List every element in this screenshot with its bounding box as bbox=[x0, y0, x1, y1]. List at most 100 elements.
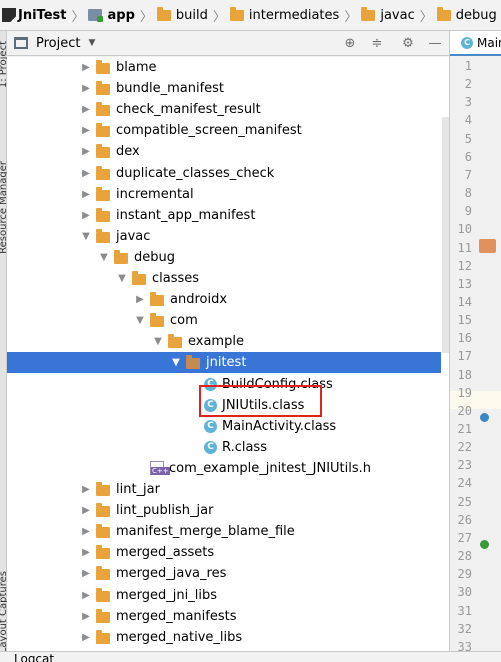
hide-icon[interactable]: — bbox=[426, 34, 444, 52]
tree-row-lint-jar[interactable]: ▶ lint_jar bbox=[7, 479, 449, 500]
expand-arrow-right-icon[interactable]: ▶ bbox=[80, 83, 92, 94]
tree-row-label: javac bbox=[116, 228, 151, 244]
expand-arrow-down-icon[interactable]: ▼ bbox=[170, 357, 182, 368]
tree-row-com[interactable]: ▼ com bbox=[7, 310, 449, 331]
breadcrumb-item-build[interactable]: build 〉 bbox=[156, 0, 230, 30]
tree-row-duplicate-classes-check[interactable]: ▶ duplicate_classes_check bbox=[7, 163, 449, 184]
folder-icon bbox=[96, 81, 110, 96]
tree-row-lint-publish-jar[interactable]: ▶ lint_publish_jar bbox=[7, 500, 449, 521]
tree-row-merged-jni-libs[interactable]: ▶ merged_jni_libs bbox=[7, 585, 449, 606]
folder-icon bbox=[150, 292, 164, 307]
chevron-down-icon[interactable]: ▼ bbox=[88, 38, 95, 48]
folder-icon bbox=[150, 313, 164, 328]
breadcrumb-item-javac[interactable]: javac 〉 bbox=[361, 0, 436, 30]
tree-row-merged-native-libs[interactable]: ▶ merged_native_libs bbox=[7, 627, 449, 648]
tree-row-r-class[interactable]: C R.class bbox=[7, 437, 449, 458]
editor-tab-main[interactable]: C Main bbox=[450, 31, 501, 56]
line-number: 15 bbox=[457, 313, 472, 328]
expand-arrow-right-icon[interactable]: ▶ bbox=[80, 547, 92, 558]
expand-arrow-down-icon[interactable]: ▼ bbox=[134, 315, 146, 326]
scrollbar-thumb[interactable] bbox=[442, 117, 449, 353]
line-number: 32 bbox=[457, 621, 472, 636]
expand-arrow-down-icon[interactable]: ▼ bbox=[116, 273, 128, 284]
tree-scrollbar[interactable] bbox=[441, 57, 449, 651]
tree-row-bundle-manifest[interactable]: ▶ bundle_manifest bbox=[7, 78, 449, 99]
expand-arrow-down-icon[interactable]: ▼ bbox=[80, 231, 92, 242]
tree-row-merged-java-res[interactable]: ▶ merged_java_res bbox=[7, 563, 449, 584]
expand-arrow-right-icon[interactable]: ▶ bbox=[80, 146, 92, 157]
tree-row-dex[interactable]: ▶ dex bbox=[7, 141, 449, 162]
tree-row-incremental[interactable]: ▶ incremental bbox=[7, 184, 449, 205]
tree-row-manifest-merge-blame-file[interactable]: ▶ manifest_merge_blame_file bbox=[7, 521, 449, 542]
tree-row-androidx[interactable]: ▶ androidx bbox=[7, 289, 449, 310]
expand-arrow-right-icon[interactable]: ▶ bbox=[80, 611, 92, 622]
folder-icon bbox=[96, 102, 110, 117]
expand-arrow-right-icon[interactable]: ▶ bbox=[80, 210, 92, 221]
expand-arrow-down-icon[interactable]: ▼ bbox=[152, 336, 164, 347]
line-number: 11 bbox=[457, 240, 472, 255]
expand-arrow-right-icon[interactable]: ▶ bbox=[80, 62, 92, 73]
logcat-tab[interactable]: Logcat bbox=[14, 652, 54, 662]
tree-row-label: manifest_merge_blame_file bbox=[116, 524, 295, 540]
tree-row-javac[interactable]: ▼ javac bbox=[7, 226, 449, 247]
expand-arrow-down-icon[interactable]: ▼ bbox=[98, 252, 110, 263]
tree-row-compatible-screen-manifest[interactable]: ▶ compatible_screen_manifest bbox=[7, 120, 449, 141]
project-window-icon bbox=[14, 37, 28, 49]
tree-row-instant-app-manifest[interactable]: ▶ instant_app_manifest bbox=[7, 205, 449, 226]
expand-arrow-right-icon[interactable]: ▶ bbox=[80, 484, 92, 495]
folder-icon bbox=[114, 249, 128, 264]
tree-row-debug[interactable]: ▼ debug bbox=[7, 247, 449, 268]
line-number: 12 bbox=[457, 258, 472, 273]
tree-row-label: MainActivity.class bbox=[222, 418, 337, 434]
line-number: 1 bbox=[464, 59, 472, 73]
tree-row-check-manifest-result[interactable]: ▶ check_manifest_result bbox=[7, 99, 449, 120]
breadcrumb-item-app[interactable]: app 〉 bbox=[88, 0, 156, 30]
code-fold-icon[interactable] bbox=[479, 239, 496, 253]
expand-arrow-right-icon[interactable]: ▶ bbox=[80, 590, 92, 601]
gear-icon[interactable]: ⚙ bbox=[399, 34, 417, 52]
override-marker-icon[interactable] bbox=[480, 413, 489, 422]
tree-row-classes[interactable]: ▼ classes bbox=[7, 268, 449, 289]
navigation-breadcrumb: JniTest 〉 app 〉 build 〉 intermediates 〉 javac 〉 de… bbox=[0, 0, 501, 31]
tree-row-label: com bbox=[170, 313, 198, 329]
collapse-icon[interactable]: ≑ bbox=[368, 34, 386, 52]
line-number: 23 bbox=[457, 458, 472, 473]
folder-icon bbox=[96, 186, 110, 201]
expand-arrow-right-icon[interactable]: ▶ bbox=[80, 104, 92, 115]
tree-row-blame[interactable]: ▶ blame bbox=[7, 57, 449, 78]
project-icon bbox=[2, 8, 16, 22]
breadcrumb-item-debug[interactable]: debug〉 bbox=[436, 0, 501, 30]
locate-icon[interactable]: ⊕ bbox=[341, 34, 359, 52]
expand-arrow-right-icon[interactable]: ▶ bbox=[80, 125, 92, 136]
class-file-icon: C bbox=[204, 419, 217, 433]
expand-arrow-right-icon[interactable]: ▶ bbox=[80, 632, 92, 643]
line-number: 2 bbox=[464, 77, 472, 92]
tree-row-label: example bbox=[188, 334, 244, 350]
line-number: 7 bbox=[464, 167, 472, 182]
folder-icon bbox=[186, 355, 200, 370]
tree-row-jnitest[interactable]: ▼ jnitest bbox=[7, 352, 449, 374]
line-number: 16 bbox=[457, 331, 472, 346]
line-number-gutter: 1 2 3 4 5 6 7 8 9 10 11 12 13 14 15 16 17 18 19 20 21 22 23 24 2… bbox=[450, 59, 501, 662]
tree-row-merged-manifests[interactable]: ▶ merged_manifests bbox=[7, 606, 449, 627]
expand-arrow-right-icon[interactable]: ▶ bbox=[80, 168, 92, 179]
folder-icon bbox=[168, 334, 182, 349]
tree-row-merged-assets[interactable]: ▶ merged_assets bbox=[7, 542, 449, 563]
folder-icon bbox=[96, 524, 110, 539]
expand-arrow-right-icon[interactable]: ▶ bbox=[80, 189, 92, 200]
line-number: 25 bbox=[457, 494, 472, 509]
breadcrumb-item-intermediates[interactable]: intermediates 〉 bbox=[229, 0, 361, 30]
expand-arrow-right-icon[interactable]: ▶ bbox=[80, 505, 92, 516]
project-view-title[interactable]: Project bbox=[36, 36, 80, 51]
expand-arrow-right-icon[interactable]: ▶ bbox=[80, 526, 92, 537]
line-number: 22 bbox=[457, 440, 472, 455]
implement-marker-icon[interactable] bbox=[480, 540, 489, 549]
expand-arrow-right-icon[interactable]: ▶ bbox=[134, 294, 146, 305]
tree-row-example[interactable]: ▼ example bbox=[7, 331, 449, 352]
expand-arrow-right-icon[interactable]: ▶ bbox=[80, 568, 92, 579]
folder-icon bbox=[96, 228, 110, 243]
line-number: 19 bbox=[457, 385, 472, 400]
tree-row-com-example-jnitest-jniutils-h[interactable]: C++ com_example_jnitest_JNIUtils.h bbox=[7, 458, 449, 479]
tree-row-mainactivity-class[interactable]: C MainActivity.class bbox=[7, 416, 449, 437]
breadcrumb-item-jnitest[interactable]: JniTest 〉 bbox=[2, 0, 88, 30]
